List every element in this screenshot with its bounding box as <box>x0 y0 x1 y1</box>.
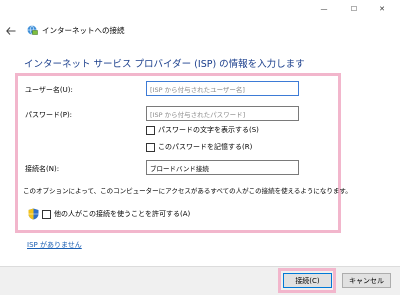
remember-password-checkbox-box[interactable] <box>146 142 155 152</box>
connection-name-input[interactable]: ブロードバンド接続 <box>146 160 299 175</box>
close-button[interactable]: ✕ <box>368 0 396 18</box>
network-connection-icon <box>26 24 38 36</box>
page-heading: インターネット サービス プロバイダー (ISP) の情報を入力します <box>24 59 305 70</box>
dialog-footer <box>0 266 400 295</box>
username-label: ユーザー名(U): <box>25 86 73 94</box>
remember-password-label: このパスワードを記憶する(R) <box>158 143 253 151</box>
connect-button[interactable]: 接続(C) <box>283 273 332 288</box>
password-label: パスワード(P): <box>25 111 73 119</box>
allow-others-label: 他の人がこの接続を使うことを許可する(A) <box>54 210 191 218</box>
username-input[interactable]: [ISP から付与されたユーザー名] <box>146 81 299 96</box>
info-text: このオプションによって、このコンピューターにアクセスがあるすべての人がこの接続を… <box>23 187 352 195</box>
minimize-button[interactable]: — <box>310 0 338 18</box>
allow-others-checkbox[interactable]: 他の人がこの接続を使うことを許可する(A) <box>28 208 190 220</box>
maximize-button[interactable]: ☐ <box>340 0 368 18</box>
uac-shield-icon <box>28 208 39 220</box>
cancel-button[interactable]: キャンセル <box>342 273 391 288</box>
window-title: インターネットへの接続 <box>42 26 125 35</box>
show-password-label: パスワードの文字を表示する(S) <box>158 126 259 134</box>
remember-password-checkbox[interactable]: このパスワードを記憶する(R) <box>146 142 252 152</box>
allow-others-checkbox-box[interactable] <box>42 209 51 219</box>
connection-name-label: 接続名(N): <box>25 165 60 173</box>
show-password-checkbox[interactable]: パスワードの文字を表示する(S) <box>146 125 259 135</box>
password-input[interactable]: [ISP から付与されたパスワード] <box>146 106 299 121</box>
back-arrow-icon[interactable] <box>4 25 18 37</box>
show-password-checkbox-box[interactable] <box>146 125 155 135</box>
no-isp-link[interactable]: ISP がありません <box>27 240 82 250</box>
